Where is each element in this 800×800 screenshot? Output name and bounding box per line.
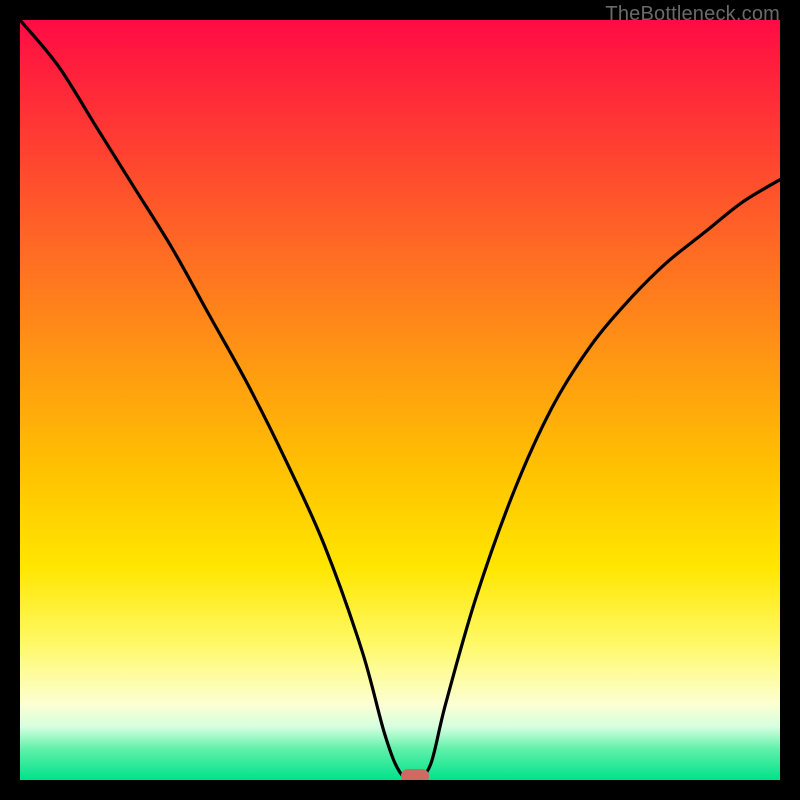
chart-stage: TheBottleneck.com: [0, 0, 800, 800]
curve-svg: [20, 20, 780, 780]
plot-area: [20, 20, 780, 780]
bottleneck-curve: [20, 20, 780, 780]
optimum-marker: [401, 769, 429, 780]
